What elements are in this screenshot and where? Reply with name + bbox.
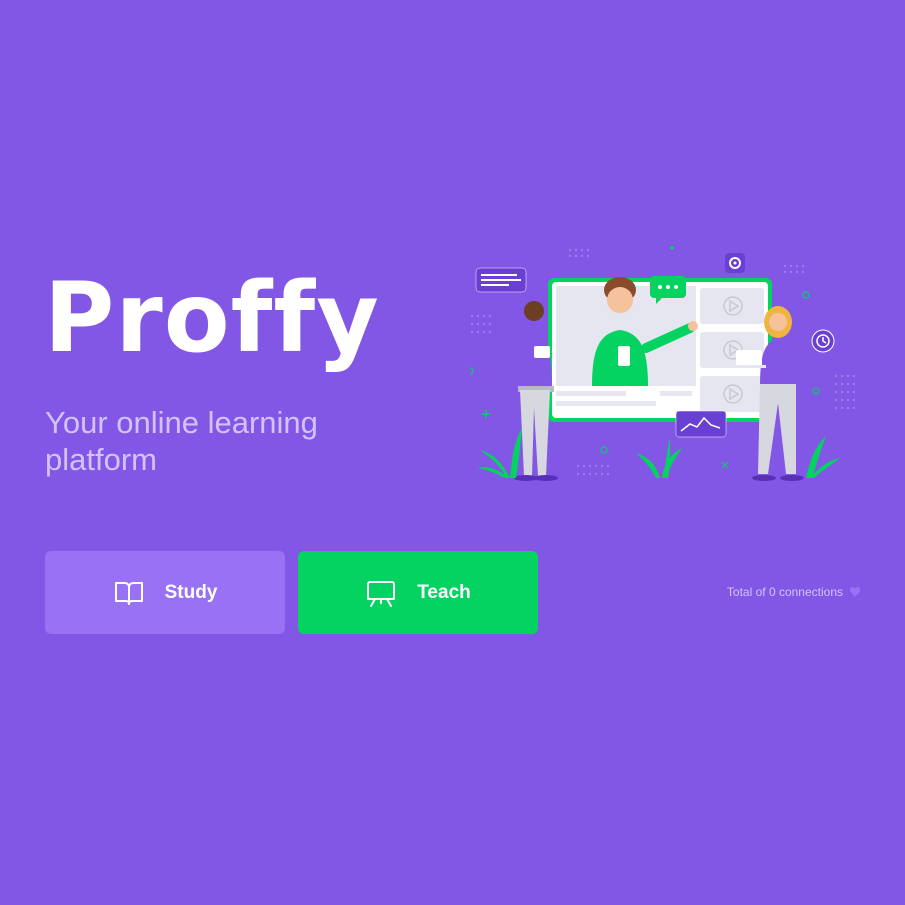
connections-counter: Total of 0 connections	[727, 585, 861, 599]
connections-text: Total of 0 connections	[726, 585, 843, 599]
brand-logo: Proffy	[44, 262, 380, 374]
heart-icon	[849, 586, 861, 597]
hero-illustration	[470, 246, 856, 481]
study-button[interactable]: Study	[45, 551, 285, 634]
teach-button-label: Teach	[417, 581, 471, 603]
study-button-label: Study	[164, 581, 218, 603]
presentation-board-icon	[367, 580, 396, 607]
brand-tagline: Your online learning platform	[45, 405, 318, 477]
book-open-icon	[114, 581, 143, 605]
teach-button[interactable]: Teach	[298, 551, 538, 634]
